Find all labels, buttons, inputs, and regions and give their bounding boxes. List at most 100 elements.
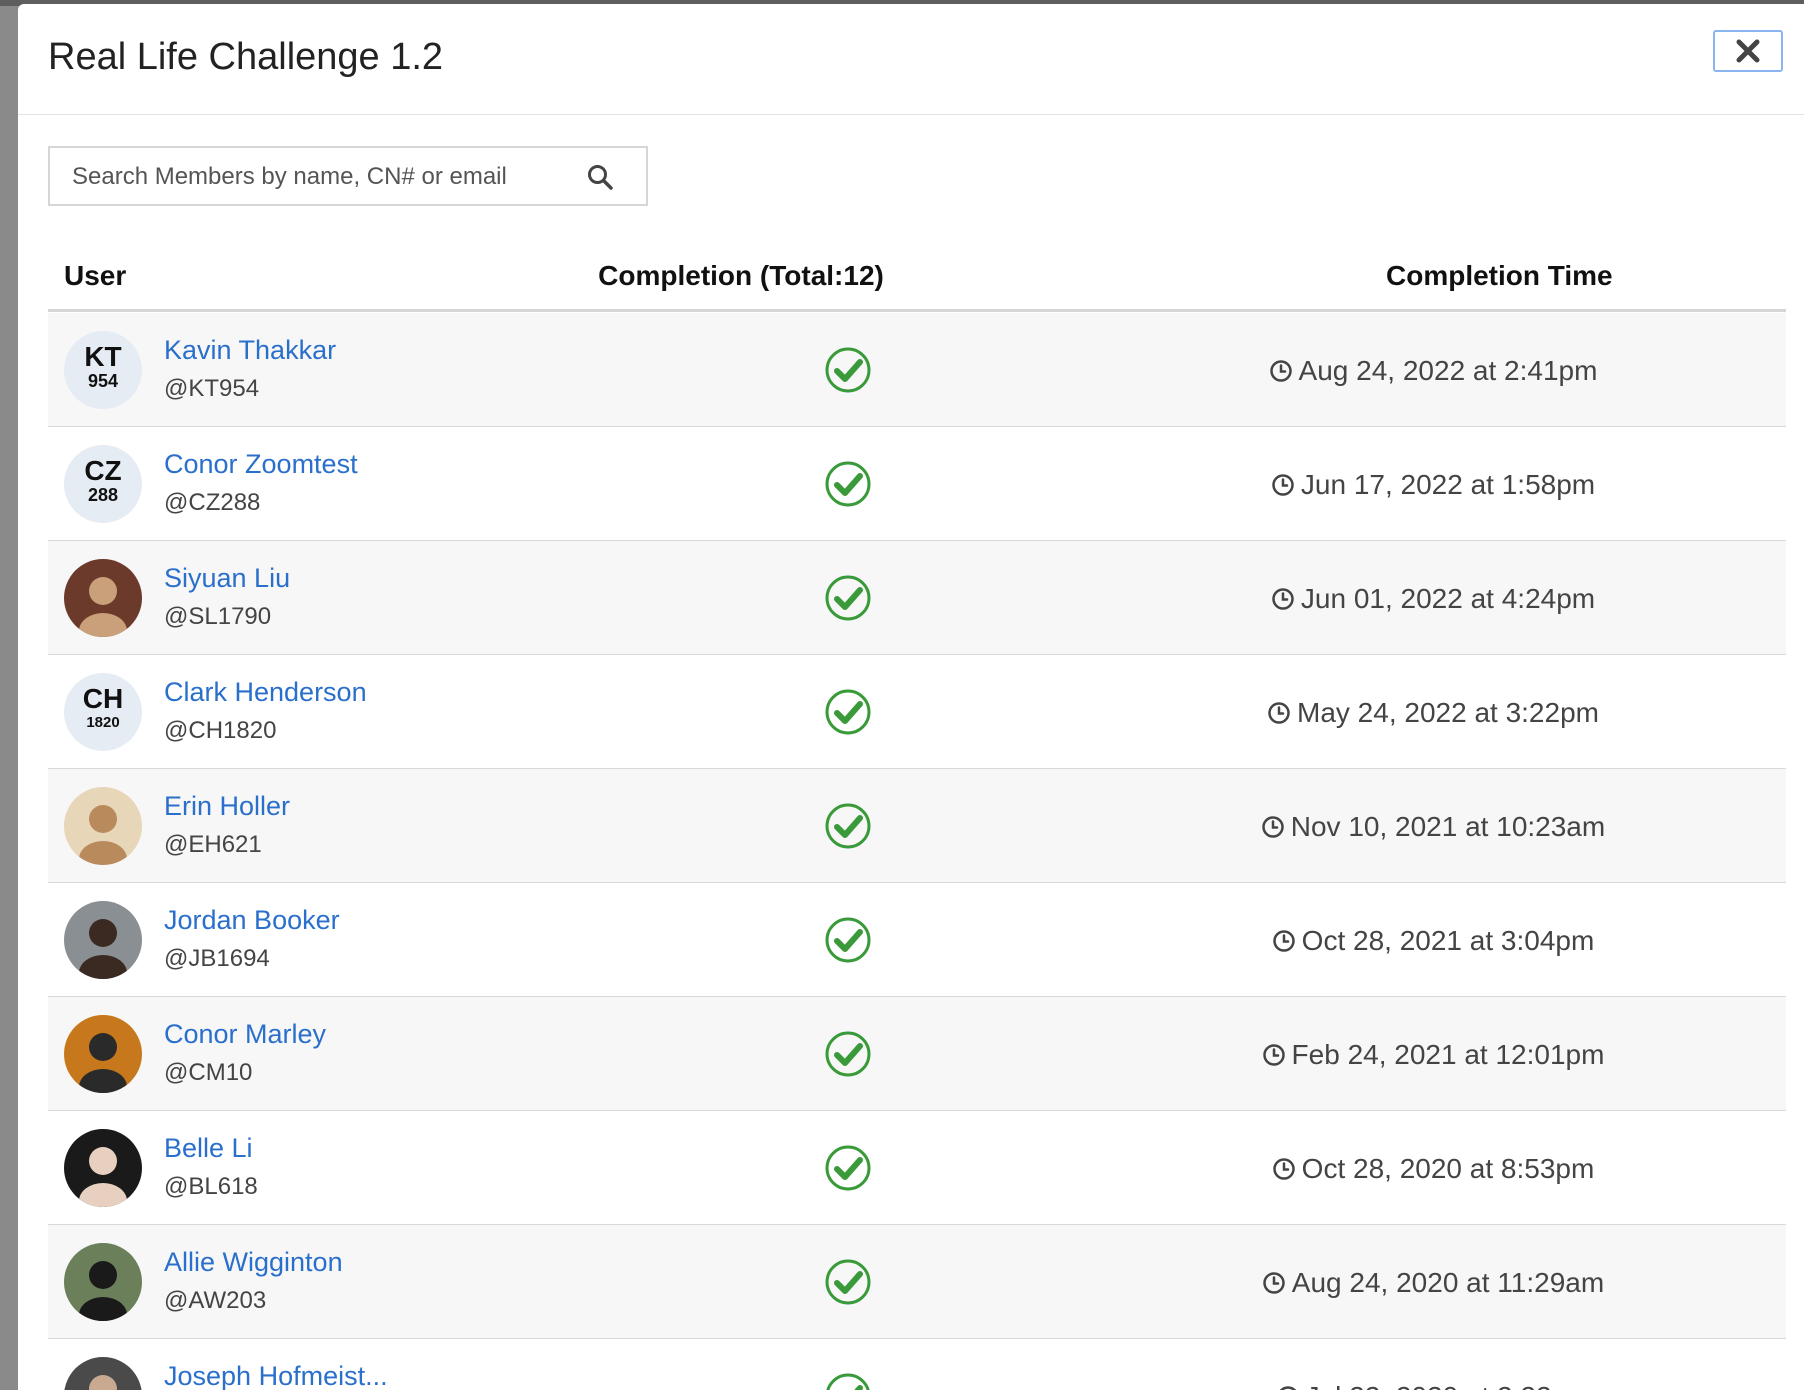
avatar[interactable] <box>64 1243 142 1321</box>
member-name-link[interactable]: Conor Marley <box>164 1019 326 1050</box>
member-name-link[interactable]: Siyuan Liu <box>164 563 290 594</box>
member-name-link[interactable]: Allie Wigginton <box>164 1247 343 1278</box>
avatar[interactable] <box>64 901 142 979</box>
avatar-photo <box>64 901 142 979</box>
table-row: Joseph Hofmeist... Jul 22, 2020 at 2:22p… <box>48 1339 1786 1390</box>
completion-time-text: Oct 28, 2020 at 8:53pm <box>1301 1153 1595 1184</box>
clock-icon <box>1263 1272 1285 1294</box>
completion-time: Feb 24, 2021 at 12:01pm <box>1048 1039 1804 1071</box>
avatar-number: 954 <box>87 371 119 391</box>
header-completion-time: Completion Time <box>1386 260 1613 291</box>
member-name-link[interactable]: Joseph Hofmeist... <box>164 1361 388 1390</box>
table-row: KT 954 Kavin Thakkar @KT954 Aug 24, 2022… <box>48 313 1786 427</box>
completion-time-text: Nov 10, 2021 at 10:23am <box>1290 811 1606 842</box>
avatar[interactable]: CZ 288 <box>64 445 142 523</box>
avatar[interactable] <box>64 787 142 865</box>
member-search <box>48 146 648 206</box>
table-row: CZ 288 Conor Zoomtest @CZ288 Jun 17, 202… <box>48 427 1786 541</box>
member-name-link[interactable]: Erin Holler <box>164 791 290 822</box>
check-circle-icon <box>825 917 871 963</box>
member-name-link[interactable]: Clark Henderson <box>164 677 367 708</box>
member-handle: @CH1820 <box>164 717 277 744</box>
avatar-photo <box>64 1015 142 1093</box>
search-icon[interactable] <box>586 163 614 191</box>
clock-icon <box>1279 1386 1296 1390</box>
check-circle-icon <box>825 1031 871 1077</box>
member-handle: @JB1694 <box>164 945 270 972</box>
clock-icon <box>1262 816 1284 838</box>
table-row: Jordan Booker @JB1694 Oct 28, 2021 at 3:… <box>48 883 1786 997</box>
completion-time-text: Feb 24, 2021 at 12:01pm <box>1291 1039 1605 1070</box>
completion-time: Nov 10, 2021 at 10:23am <box>1048 811 1804 843</box>
check-circle-icon <box>825 1259 871 1305</box>
member-handle: @CM10 <box>164 1059 253 1086</box>
clock-icon <box>1272 930 1295 952</box>
avatar-photo <box>64 1357 142 1390</box>
completion-time: Oct 28, 2021 at 3:04pm <box>1048 925 1804 957</box>
header-completion: Completion (Total:12) <box>598 260 884 291</box>
avatar-photo-face <box>89 1261 117 1289</box>
modal-title: Real Life Challenge 1.2 <box>48 36 444 78</box>
table-header: User Completion (Total:12) Completion Ti… <box>48 236 1786 312</box>
avatar[interactable] <box>64 1129 142 1207</box>
member-handle: @SL1790 <box>164 603 272 630</box>
table-row: Allie Wigginton @AW203 Aug 24, 2020 at 1… <box>48 1225 1786 1339</box>
check-circle-icon <box>825 461 871 507</box>
clock-icon <box>1272 1158 1295 1180</box>
close-button[interactable] <box>1713 30 1783 72</box>
check-circle-icon <box>825 575 871 621</box>
avatar-photo <box>64 1243 142 1321</box>
avatar-photo-face <box>89 805 117 833</box>
check-circle-icon <box>826 1373 870 1390</box>
table-row: Siyuan Liu @SL1790 Jun 01, 2022 at 4:24p… <box>48 541 1786 655</box>
avatar-initials: CZ <box>84 455 122 486</box>
avatar-photo-face <box>89 1147 117 1175</box>
avatar-photo-face <box>89 1033 117 1061</box>
avatar-photo <box>64 1129 142 1207</box>
table-row: Conor Marley @CM10 Feb 24, 2021 at 12:01… <box>48 997 1786 1111</box>
completion-time-text: May 24, 2022 at 3:22pm <box>1297 697 1599 728</box>
check-circle-icon <box>825 1145 871 1191</box>
completion-time-text: Jun 01, 2022 at 4:24pm <box>1300 583 1596 614</box>
table-row: Belle Li @BL618 Oct 28, 2020 at 8:53pm <box>48 1111 1786 1225</box>
clock-icon <box>1269 360 1292 382</box>
member-handle: @CZ288 <box>164 489 261 516</box>
search-input[interactable] <box>70 148 594 206</box>
avatar-initials: KT <box>84 341 122 372</box>
avatar-photo <box>64 787 142 865</box>
challenge-modal: Real Life Challenge 1.2 User Completion … <box>18 4 1804 1390</box>
avatar[interactable] <box>64 1357 142 1390</box>
member-handle: @AW203 <box>164 1287 267 1314</box>
avatar-initials: CH <box>82 683 124 714</box>
completion-time-text: Oct 28, 2021 at 3:04pm <box>1301 925 1595 956</box>
completion-time-text: Aug 24, 2020 at 11:29am <box>1291 1267 1605 1298</box>
avatar[interactable]: KT 954 <box>64 331 142 409</box>
clock-icon <box>1268 702 1290 724</box>
completion-time: Jun 17, 2022 at 1:58pm <box>1048 469 1804 501</box>
clock-icon <box>1272 474 1294 496</box>
avatar-photo <box>64 559 142 637</box>
completion-time: Jun 01, 2022 at 4:24pm <box>1048 583 1804 615</box>
check-circle-icon <box>825 347 871 393</box>
avatar-number: 1820 <box>86 714 120 731</box>
modal-header: Real Life Challenge 1.2 <box>18 4 1804 115</box>
avatar[interactable]: CH 1820 <box>64 673 142 751</box>
member-name-link[interactable]: Kavin Thakkar <box>164 335 336 366</box>
member-handle: @EH621 <box>164 831 262 858</box>
clock-icon <box>1262 1044 1285 1066</box>
member-name-link[interactable]: Belle Li <box>164 1133 253 1164</box>
member-name-link[interactable]: Conor Zoomtest <box>164 449 358 480</box>
check-circle-icon <box>825 689 871 735</box>
completion-time-text: Jun 17, 2022 at 1:58pm <box>1300 469 1596 500</box>
member-handle: @BL618 <box>164 1173 258 1200</box>
completion-time: Jul 22, 2020 at 2:22pm <box>1048 1381 1804 1390</box>
clock-icon <box>1272 588 1294 610</box>
close-icon <box>1736 39 1760 63</box>
member-name-link[interactable]: Jordan Booker <box>164 905 340 936</box>
avatar[interactable] <box>64 559 142 637</box>
member-handle: @KT954 <box>164 375 260 402</box>
completion-time-text: Jul 22, 2020 at 2:22pm <box>1306 1381 1591 1390</box>
completion-time: Aug 24, 2020 at 11:29am <box>1048 1267 1804 1299</box>
avatar[interactable] <box>64 1015 142 1093</box>
avatar-number: 288 <box>87 485 119 505</box>
